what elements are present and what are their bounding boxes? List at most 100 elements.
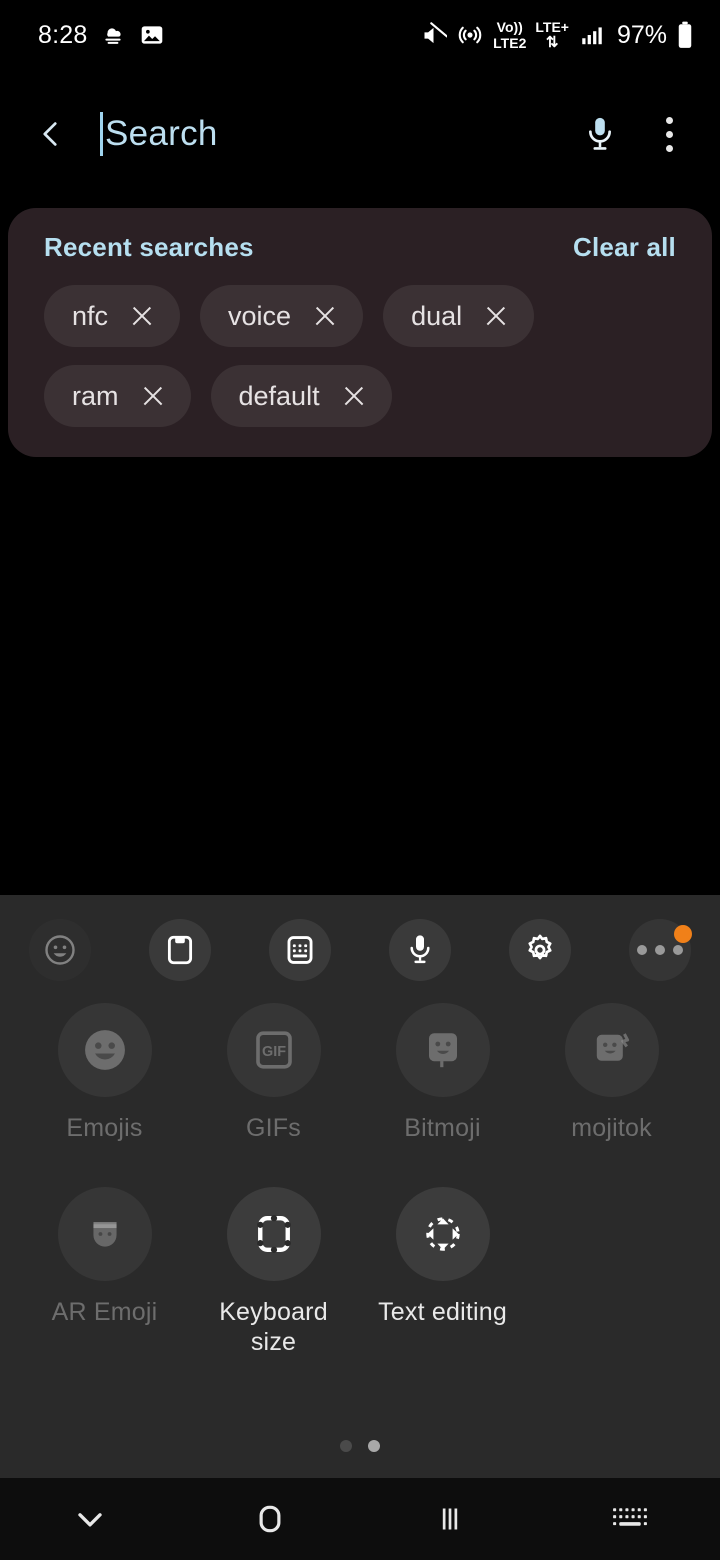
overflow-dot-1 [665,116,673,124]
status-bar-left: 8:28 [38,21,165,50]
chevron-left-icon [43,122,57,146]
keyboard-item-ar-emoji[interactable]: AR Emoji [20,1187,189,1357]
overflow-dot-3 [665,144,673,152]
recent-search-chip-list: nfc voice dual ram default [36,285,684,427]
volte-bottom-label: LTE2 [493,35,527,51]
keyboard-item-keyboard-size[interactable]: Keyboard size [189,1187,358,1357]
toolbar-one-handed-button[interactable] [240,919,360,981]
keyboard-app-grid: Emojis GIF GIFs Bitmoji mojitok AR Emoji… [0,1003,720,1357]
updown-arrows-icon: ⇅ [545,34,559,51]
hide-keyboard-icon [78,1513,102,1527]
data-transfer-icon: LTE+ ⇅ [535,20,569,50]
back-button[interactable] [24,107,78,161]
signal-bars-icon [578,22,606,48]
voice-search-button[interactable] [572,106,628,162]
toolbar-settings-button[interactable] [480,919,600,981]
notification-badge [674,925,692,943]
gif-icon: GIF [255,1031,292,1069]
recent-search-chip[interactable]: ram [44,365,191,427]
keyboard-item-label-line2: size [250,1328,297,1356]
clipboard-icon [167,935,193,965]
page-dot-2[interactable] [368,1440,380,1452]
chip-label: dual [411,300,463,331]
search-placeholder: Search [105,114,218,153]
more-options-icon [637,945,683,955]
microphone-icon [410,935,430,964]
keyboard-switcher-button[interactable] [540,1502,720,1536]
toolbar-sticker-button[interactable] [0,919,120,981]
chip-label: ram [72,380,119,411]
one-handed-keyboard-icon [287,936,313,964]
volte-icon: Vo)) LTE2 [493,20,526,50]
battery-icon [676,21,694,49]
keyboard-size-icon [256,1215,291,1253]
navigation-bar [0,1478,720,1560]
weather-cloud-icon [100,22,126,48]
chip-remove-icon[interactable] [130,304,154,328]
emoji-face-icon [84,1030,125,1070]
recent-searches-panel: Recent searches Clear all nfc voice dual… [8,208,712,457]
keyboard-grid-empty-cell [527,1187,696,1357]
keyboard-item-gifs[interactable]: GIF GIFs [189,1003,358,1143]
battery-percent-label: 97% [616,20,667,49]
recent-searches-header: Recent searches Clear all [36,228,684,263]
search-bar: Search [0,95,720,173]
status-bar: 8:28 Vo)) LTE2 LTE+ ⇅ 97% [0,0,720,70]
mute-icon [420,21,448,49]
recent-searches-title: Recent searches [44,232,254,262]
chip-remove-icon[interactable] [484,304,508,328]
keyboard-item-label: Text editing [378,1298,507,1326]
overflow-menu-button[interactable] [646,106,692,162]
bitmoji-icon [428,1033,457,1068]
toolbar-voice-input-button[interactable] [360,919,480,981]
microphone-icon [589,117,611,150]
recents-icon [442,1508,458,1530]
recent-search-chip[interactable]: default [210,365,392,427]
keyboard-item-label: Keyboard size [219,1297,328,1357]
home-button[interactable] [180,1500,360,1538]
chip-remove-icon[interactable] [313,304,337,328]
keyboard-page-indicator [0,1440,720,1452]
sticker-icon [45,935,75,965]
chip-label: nfc [72,300,109,331]
text-cursor [100,112,103,156]
recent-search-chip[interactable]: nfc [44,285,181,347]
mojitok-icon [596,1033,629,1061]
ar-emoji-icon [92,1222,117,1247]
keyboard-item-bitmoji[interactable]: Bitmoji [358,1003,527,1143]
recent-search-chip[interactable]: voice [200,285,364,347]
keyboard-grid-row-2: AR Emoji Keyboard size Text editing [0,1187,720,1357]
settings-gear-icon [528,934,552,960]
text-editing-icon [425,1217,460,1251]
status-clock: 8:28 [38,20,88,49]
chip-remove-icon[interactable] [342,384,366,408]
keyboard-expanded-panel: Emojis GIF GIFs Bitmoji mojitok AR Emoji… [0,895,720,1478]
page-dot-1[interactable] [340,1440,352,1452]
keyboard-grid-row-1: Emojis GIF GIFs Bitmoji mojitok [0,1003,720,1143]
toolbar-more-button[interactable] [600,919,720,981]
gallery-image-icon [139,22,165,48]
keyboard-item-label: Bitmoji [404,1114,481,1142]
home-icon [259,1505,281,1533]
keyboard-item-label: GIFs [246,1114,301,1142]
svg-text:GIF: GIF [262,1044,286,1060]
chip-label: voice [228,300,292,331]
hide-keyboard-button[interactable] [0,1499,180,1539]
toolbar-clipboard-button[interactable] [120,919,240,981]
keyboard-item-label: mojitok [571,1114,652,1142]
keyboard-item-emojis[interactable]: Emojis [20,1003,189,1143]
recent-search-chip[interactable]: dual [383,285,535,347]
search-input[interactable]: Search [78,112,572,156]
hotspot-icon [456,21,484,49]
keyboard-toolbar [0,905,720,995]
chip-remove-icon[interactable] [141,384,165,408]
status-bar-right: Vo)) LTE2 LTE+ ⇅ 97% [420,20,694,50]
keyboard-item-label: AR Emoji [51,1298,158,1326]
keyboard-item-mojitok[interactable]: mojitok [527,1003,696,1143]
phone-screen: 8:28 Vo)) LTE2 LTE+ ⇅ 97% Search Recent … [0,0,720,1560]
chip-label: default [238,380,320,411]
recents-button[interactable] [360,1501,540,1537]
clear-all-button[interactable]: Clear all [573,232,676,263]
keyboard-item-text-editing[interactable]: Text editing [358,1187,527,1357]
keyboard-switcher-icon [613,1508,647,1526]
